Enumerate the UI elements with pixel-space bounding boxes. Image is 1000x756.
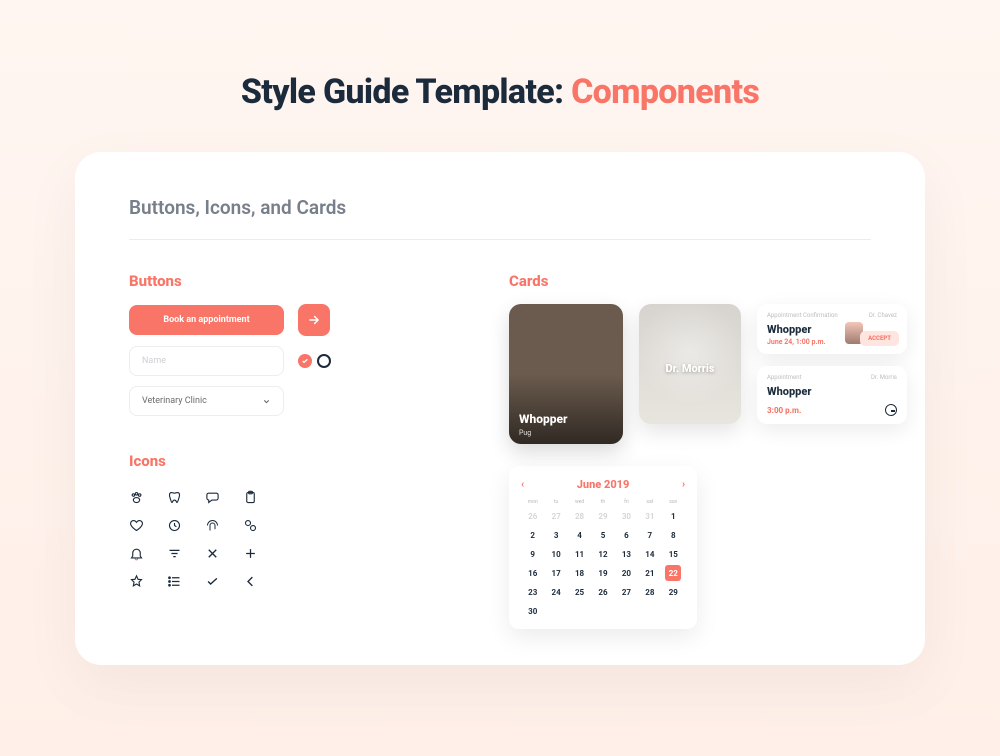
- name-input[interactable]: Name: [129, 346, 284, 376]
- name-input-placeholder: Name: [142, 356, 166, 366]
- calendar-day[interactable]: 10: [544, 546, 567, 562]
- calendar-day-muted[interactable]: 28: [568, 508, 591, 524]
- bell-icon: [129, 540, 163, 566]
- calendar-day[interactable]: 16: [521, 565, 544, 581]
- calendar-day[interactable]: 23: [521, 584, 544, 600]
- list-icon: [167, 568, 201, 594]
- calendar-day-muted[interactable]: 30: [615, 508, 638, 524]
- calendar-day[interactable]: 24: [544, 584, 567, 600]
- arrow-right-button[interactable]: [298, 304, 330, 336]
- section-icons: Icons: [129, 452, 429, 470]
- doctor-card[interactable]: Dr. Morris: [639, 304, 741, 424]
- calendar-day[interactable]: 20: [615, 565, 638, 581]
- calendar-day[interactable]: 1: [662, 508, 685, 524]
- pills-icon: [243, 512, 277, 538]
- time-icon: [167, 512, 201, 538]
- calendar-day-muted[interactable]: 27: [544, 508, 567, 524]
- appointment-eyebrow: Appointment: [767, 374, 802, 381]
- page-title-accent: Components: [571, 72, 759, 112]
- calendar: ‹ June 2019 › montuwedthfrisatsun2627282…: [509, 466, 697, 629]
- panel-subtitle: Buttons, Icons, and Cards: [129, 196, 871, 240]
- calendar-day[interactable]: 7: [638, 527, 661, 543]
- calendar-day[interactable]: 15: [662, 546, 685, 562]
- fingerprint-icon: [205, 512, 239, 538]
- calendar-dow: sat: [638, 499, 661, 505]
- chevron-down-icon: [262, 397, 271, 406]
- calendar-dow: mon: [521, 499, 544, 505]
- close-icon: [205, 540, 239, 566]
- calendar-day[interactable]: 14: [638, 546, 661, 562]
- radio-checked[interactable]: [298, 354, 312, 368]
- calendar-day[interactable]: 19: [591, 565, 614, 581]
- calendar-day[interactable]: 26: [591, 584, 614, 600]
- doctor-card-name: Dr. Morris: [639, 362, 741, 375]
- chat-icon: [205, 484, 239, 510]
- calendar-day-selected[interactable]: 22: [665, 565, 681, 581]
- calendar-day[interactable]: 5: [591, 527, 614, 543]
- pet-card-name: Whopper: [519, 412, 567, 426]
- page-title: Style Guide Template: Components: [0, 0, 1000, 152]
- appointment-title: Whopper: [767, 385, 897, 398]
- star-icon: [129, 568, 163, 594]
- calendar-day-muted[interactable]: 31: [638, 508, 661, 524]
- arrow-right-icon: [307, 313, 321, 327]
- confirmation-card[interactable]: Appointment Confirmation Dr. Chavez Whop…: [757, 304, 907, 354]
- calendar-dow: th: [591, 499, 614, 505]
- appointment-doctor: Dr. Morris: [871, 374, 897, 381]
- confirmation-eyebrow: Appointment Confirmation: [767, 312, 838, 319]
- calendar-day[interactable]: 13: [615, 546, 638, 562]
- calendar-dow: sun: [662, 499, 685, 505]
- filter-icon: [167, 540, 201, 566]
- calendar-day[interactable]: 11: [568, 546, 591, 562]
- calendar-dow: wed: [568, 499, 591, 505]
- calendar-day[interactable]: 28: [638, 584, 661, 600]
- main-panel: Buttons, Icons, and Cards Buttons Book a…: [75, 152, 925, 665]
- calendar-day[interactable]: 3: [544, 527, 567, 543]
- calendar-grid: montuwedthfrisatsun262728293031123456789…: [521, 499, 685, 619]
- icon-grid: [129, 484, 429, 594]
- calendar-title: June 2019: [577, 478, 630, 491]
- calendar-day[interactable]: 8: [662, 527, 685, 543]
- radio-unchecked[interactable]: [317, 354, 331, 368]
- check-icon: [301, 357, 309, 365]
- appointment-time: 3:00 p.m.: [767, 406, 801, 415]
- calendar-prev-button[interactable]: ‹: [521, 479, 524, 490]
- clinic-select-value: Veterinary Clinic: [142, 396, 207, 406]
- paw-icon: [129, 484, 163, 510]
- calendar-day[interactable]: 25: [568, 584, 591, 600]
- tooth-icon: [167, 484, 201, 510]
- calendar-day[interactable]: 30: [521, 603, 544, 619]
- appointment-card[interactable]: Appointment Dr. Morris Whopper 3:00 p.m.: [757, 366, 907, 424]
- calendar-day[interactable]: 27: [615, 584, 638, 600]
- clipboard-icon: [243, 484, 277, 510]
- calendar-day[interactable]: 29: [662, 584, 685, 600]
- calendar-day-muted[interactable]: 26: [521, 508, 544, 524]
- clinic-select[interactable]: Veterinary Clinic: [129, 386, 284, 416]
- clock-icon: [885, 404, 897, 416]
- plus-icon: [243, 540, 277, 566]
- calendar-day[interactable]: 9: [521, 546, 544, 562]
- check-icon: [205, 568, 239, 594]
- calendar-day[interactable]: 6: [615, 527, 638, 543]
- section-buttons: Buttons: [129, 272, 429, 290]
- calendar-dow: tu: [544, 499, 567, 505]
- chevron-left-icon: [243, 568, 277, 594]
- calendar-day[interactable]: 12: [591, 546, 614, 562]
- pet-card[interactable]: Whopper Pug: [509, 304, 623, 444]
- calendar-day-muted[interactable]: 29: [591, 508, 614, 524]
- section-cards: Cards: [509, 272, 907, 290]
- calendar-day[interactable]: 18: [568, 565, 591, 581]
- calendar-day[interactable]: 4: [568, 527, 591, 543]
- calendar-day[interactable]: 21: [638, 565, 661, 581]
- accept-button[interactable]: ACCEPT: [860, 331, 899, 346]
- calendar-next-button[interactable]: ›: [682, 479, 685, 490]
- book-appointment-button[interactable]: Book an appointment: [129, 305, 284, 335]
- calendar-day[interactable]: 17: [544, 565, 567, 581]
- heart-icon: [129, 512, 163, 538]
- pet-card-breed: Pug: [519, 429, 531, 437]
- calendar-day[interactable]: 2: [521, 527, 544, 543]
- calendar-dow: fri: [615, 499, 638, 505]
- confirmation-doctor: Dr. Chavez: [869, 312, 897, 319]
- page-title-prefix: Style Guide Template:: [241, 72, 571, 112]
